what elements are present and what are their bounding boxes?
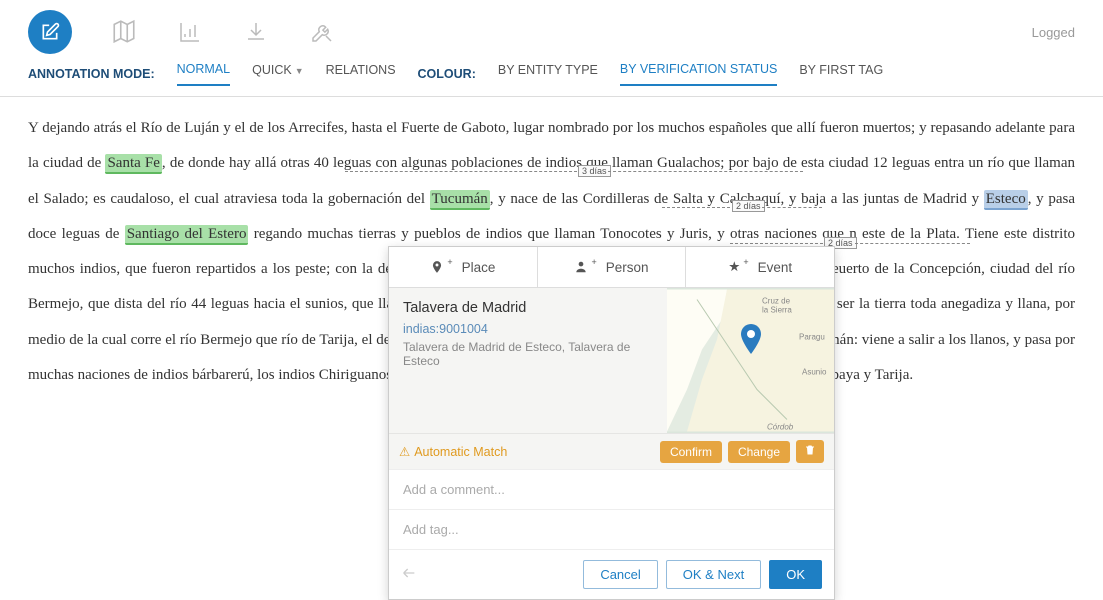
ok-next-button[interactable]: OK & Next [666,560,761,589]
comment-input[interactable]: Add a comment... [389,469,834,509]
popup-info: Talavera de Madrid indias:9001004 Talave… [389,288,667,433]
tab-person[interactable]: + Person [538,247,687,287]
svg-text:Paragu: Paragu [799,333,825,342]
cancel-button[interactable]: Cancel [583,560,657,589]
entity-esteco[interactable]: Esteco [984,190,1028,210]
relation-arrow [730,243,823,244]
map-icon[interactable] [110,18,138,46]
logged-label: Logged [1032,25,1075,40]
svg-text:Cruz de: Cruz de [762,297,791,306]
entity-santiago[interactable]: Santiago del Estero [125,225,249,245]
relation-tag-2dias[interactable]: 2 días [732,200,765,212]
automatch-row: ⚠ Automatic Match Confirm Change [389,433,834,469]
tools-icon[interactable] [308,18,336,46]
mode-quick[interactable]: QUICK▼ [252,63,304,85]
chevron-down-icon: ▼ [295,66,304,76]
relation-arrow [608,171,803,172]
share-icon[interactable] [401,565,417,584]
entity-title: Talavera de Madrid [403,300,653,316]
annotation-mode-label: ANNOTATION MODE: [28,67,155,81]
plus-icon: + [591,257,596,267]
relation-arrow [662,207,730,208]
relation-arrow [345,171,577,172]
entity-edit-popup: + Place + Person ★+ Event Talavera de Ma… [388,246,835,600]
tab-place[interactable]: + Place [389,247,538,287]
change-button[interactable]: Change [728,441,790,463]
relation-tag-3dias[interactable]: 3 días [578,165,611,177]
svg-text:Asunio: Asunio [802,368,827,377]
filter-bar: ANNOTATION MODE: NORMAL QUICK▼ RELATIONS… [0,62,1103,97]
popup-map[interactable]: Cruz de la Sierra Paragu Asunio Córdob [667,288,834,433]
download-icon[interactable] [242,18,270,46]
warning-icon: ⚠ [399,444,410,459]
entity-alt-names: Talavera de Madrid de Esteco, Talavera d… [403,340,653,368]
chart-icon[interactable] [176,18,204,46]
colour-entity[interactable]: BY ENTITY TYPE [498,63,598,85]
tab-event[interactable]: ★+ Event [686,247,834,287]
popup-tabs: + Place + Person ★+ Event [389,247,834,288]
delete-button[interactable] [796,440,824,463]
relation-arrow [762,207,822,208]
mode-relations[interactable]: RELATIONS [326,63,396,85]
entity-id: indias:9001004 [403,322,653,336]
entity-tucuman[interactable]: Tucumán [430,190,490,210]
main-toolbar: Logged [0,0,1103,62]
plus-icon: + [743,257,748,267]
colour-first-tag[interactable]: BY FIRST TAG [799,63,883,85]
edit-icon[interactable] [28,10,72,54]
colour-label: COLOUR: [418,67,476,81]
colour-verification[interactable]: BY VERIFICATION STATUS [620,62,777,86]
map-pin-icon [739,324,763,359]
svg-text:la Sierra: la Sierra [762,306,792,315]
relation-arrow [855,243,970,244]
popup-body: Talavera de Madrid indias:9001004 Talave… [389,288,834,433]
entity-santa-fe[interactable]: Santa Fe [105,154,161,174]
star-icon: ★ [728,259,740,275]
svg-text:Córdob: Córdob [767,423,794,432]
mode-normal[interactable]: NORMAL [177,62,230,86]
plus-icon: + [447,257,452,267]
automatch-label: ⚠ Automatic Match [399,444,654,459]
confirm-button[interactable]: Confirm [660,441,722,463]
ok-button[interactable]: OK [769,560,822,589]
popup-actions: Cancel OK & Next OK [389,549,834,599]
tag-input[interactable]: Add tag... [389,509,834,549]
